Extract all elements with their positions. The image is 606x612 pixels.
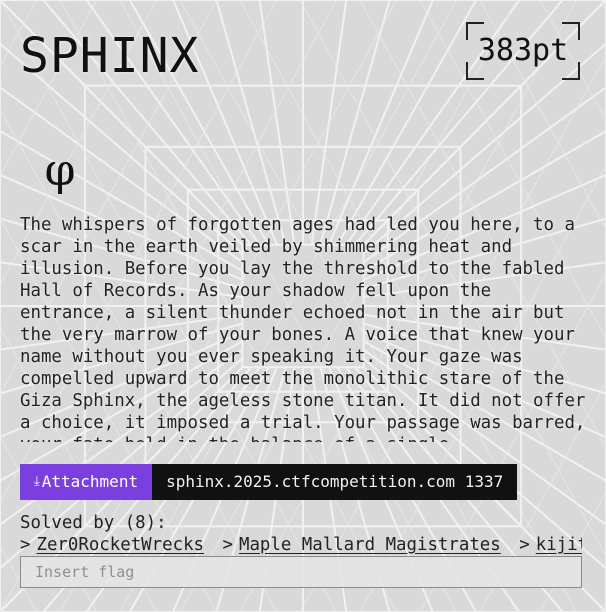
connection-string[interactable]: sphinx.2025.ctfcompetition.com 1337 [152, 464, 518, 500]
chevron-right-icon: > [20, 535, 31, 555]
attachment-label: Attachment [41, 472, 139, 491]
chevron-right-icon: > [222, 535, 233, 555]
solver-item: > Zer0RocketWrecks [20, 535, 223, 555]
download-icon: ⤓ [34, 474, 40, 489]
solved-by-label: Solved by (8): [20, 513, 167, 533]
solver-list: > Zer0RocketWrecks > Maple Mallard Magistr… [20, 534, 582, 556]
flag-input[interactable] [20, 556, 582, 588]
attachment-row: ⤓ Attachment sphinx.2025.ctfcompetition.… [20, 464, 518, 500]
challenge-description[interactable]: The whispers of forgotten ages had led y… [20, 214, 586, 442]
solver-link[interactable]: Zer0RocketWrecks [36, 535, 204, 555]
solver-link[interactable]: Maple Mallard Magistrates [239, 535, 501, 555]
challenge-points: 383pt [477, 33, 569, 68]
attachment-button[interactable]: ⤓ Attachment [20, 464, 153, 500]
solver-item: > kijito [519, 535, 582, 555]
chevron-right-icon: > [519, 535, 530, 555]
phi-icon: φ [44, 145, 76, 196]
solver-item: > Maple Mallard Magistrates [223, 535, 520, 555]
points-box: 383pt [466, 22, 580, 80]
solver-link[interactable]: kijito [536, 535, 582, 555]
challenge-title: SPHINX [20, 28, 200, 84]
